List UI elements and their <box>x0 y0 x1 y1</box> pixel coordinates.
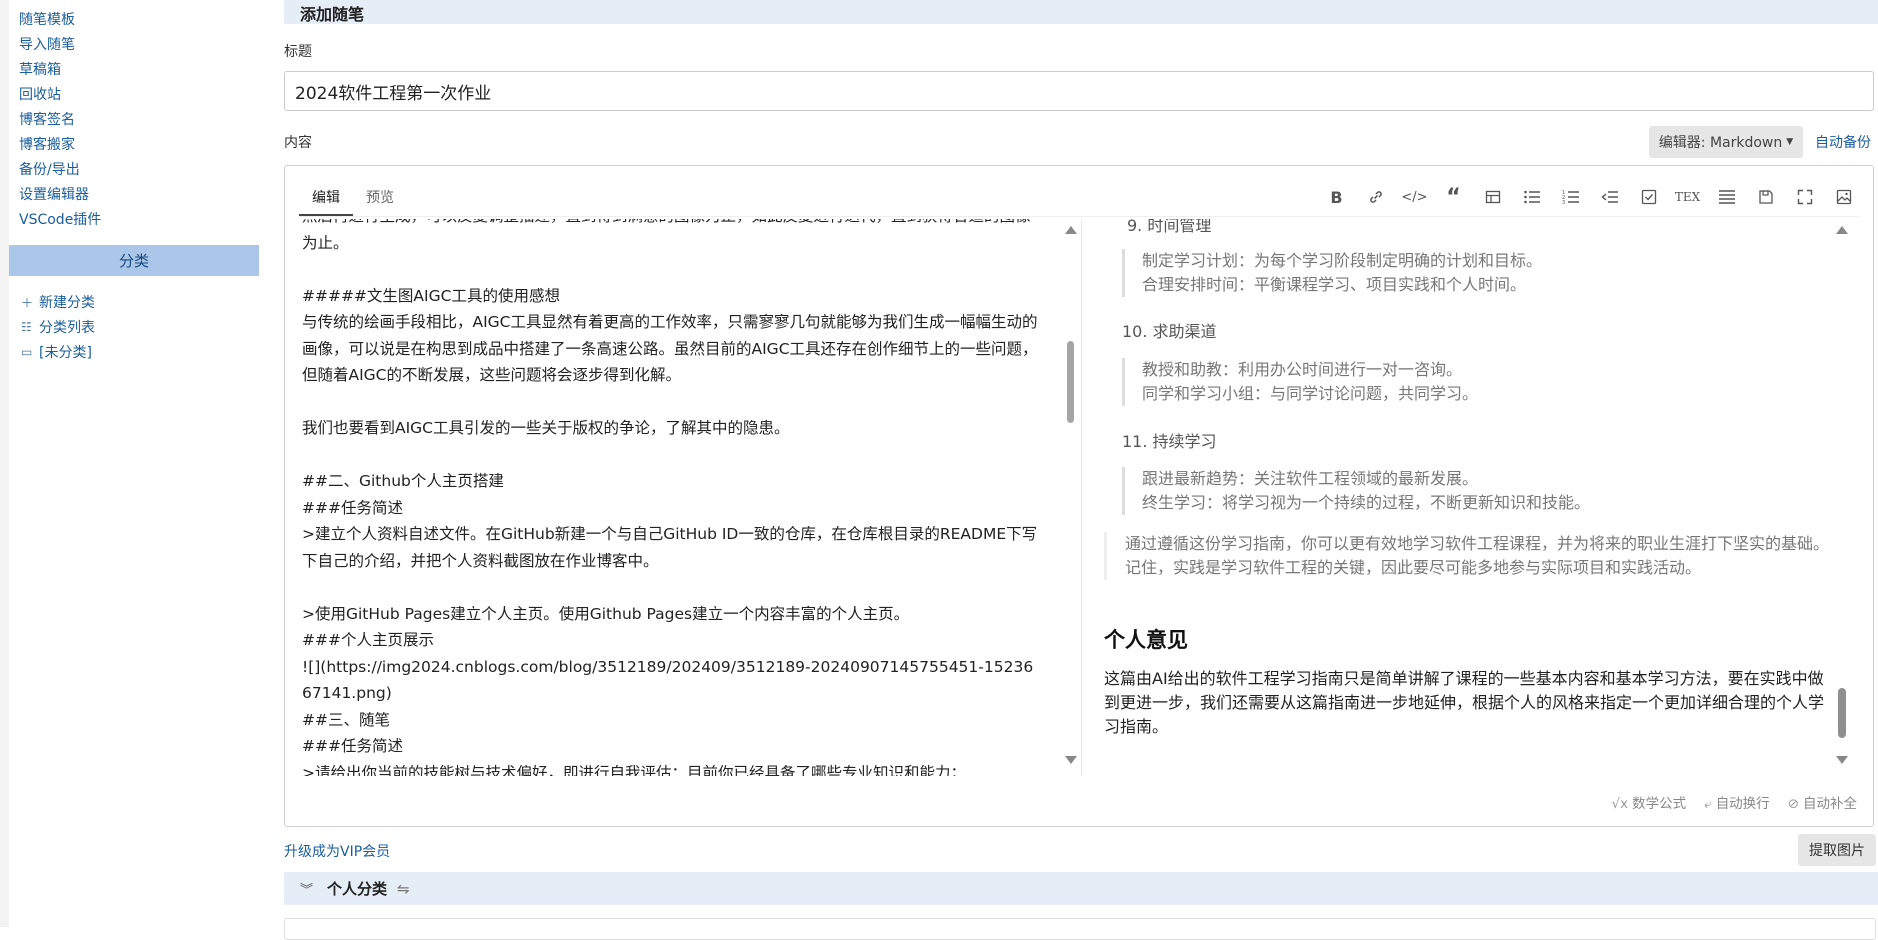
page-header: 添加随笔 <box>284 0 1878 24</box>
preview-item-9: 9. 时间管理 <box>1127 219 1212 235</box>
tab-preview[interactable]: 预览 <box>353 180 407 216</box>
scroll-up-arrow-icon[interactable] <box>1065 226 1077 234</box>
tab-edit[interactable]: 编辑 <box>299 180 353 216</box>
fullscreen-icon[interactable] <box>1785 180 1824 214</box>
sidebar-link-import[interactable]: 导入随笔 <box>19 34 75 54</box>
sidebar: 随笔模板 导入随笔 草稿箱 回收站 博客签名 博客搬家 备份/导出 设置编辑器 … <box>0 0 259 927</box>
sidebar-panel: 随笔模板 导入随笔 草稿箱 回收站 博客签名 博客搬家 备份/导出 设置编辑器 … <box>9 0 259 927</box>
category-list-label: 分类列表 <box>39 320 95 336</box>
new-category-link[interactable]: ＋ 新建分类 <box>21 292 95 312</box>
preview-quote-line: 制定学习计划：为每个学习阶段制定明确的计划和目标。 <box>1142 251 1543 270</box>
wrap-icon: ⤶ <box>1704 796 1712 812</box>
preview-quote-line: 同学和学习小组：与同学讨论问题，共同学习。 <box>1142 384 1479 403</box>
sidebar-link-drafts[interactable]: 草稿箱 <box>19 59 61 79</box>
preview-quote-line: 合理安排时间：平衡课程学习、项目实践和个人时间。 <box>1142 275 1527 294</box>
category-header: 分类 <box>9 245 259 276</box>
markdown-source-text[interactable]: 然后再进行生成，可以反复调整描述，直到得到满意的图像为止，如此反复进行迭代，直到… <box>302 219 1040 776</box>
vip-upgrade-link[interactable]: 升级成为VIP会员 <box>284 841 390 861</box>
math-formula-label: 数学公式 <box>1632 796 1687 812</box>
auto-backup-link[interactable]: 自动备份 <box>1815 132 1871 152</box>
ordered-list-icon[interactable]: 123 <box>1551 180 1590 214</box>
editor-bottom-tools: √x 数学公式 ⤶ 自动换行 ⊘ 自动补全 <box>1612 792 1857 812</box>
swap-icon[interactable]: ⇋ <box>397 880 410 898</box>
category-box <box>284 918 1876 940</box>
code-icon[interactable]: </> <box>1395 180 1434 214</box>
uncategorized-label: [未分类] <box>39 345 92 361</box>
sidebar-link-recycle[interactable]: 回收站 <box>19 84 61 104</box>
preview-quote-11: 跟进最新趋势：关注软件工程领域的最新发展。 终生学习：将学习视为一个持续的过程，… <box>1122 467 1832 515</box>
category-list-link[interactable]: ☷ 分类列表 <box>21 317 95 337</box>
editor-tabs: 编辑 预览 <box>299 180 407 216</box>
preview-opinion: 这篇由AI给出的软件工程学习指南只是简单讲解了课程的一些基本内容和基本学习方法，… <box>1104 669 1825 736</box>
editor-toolbar: B </> “ 123 TEX <box>1317 180 1863 214</box>
scroll-down-arrow-icon[interactable] <box>1065 756 1077 764</box>
svg-text:3: 3 <box>1562 200 1565 205</box>
preview-scroll-thumb[interactable] <box>1838 688 1846 738</box>
autocomplete-toggle[interactable]: ⊘ 自动补全 <box>1788 792 1857 812</box>
folder-icon: ▭ <box>21 345 33 359</box>
save-icon[interactable] <box>1746 180 1785 214</box>
preview-summary: 通过遵循这份学习指南，你可以更有效地学习软件工程课程，并为将来的职业生涯打下坚实… <box>1104 532 1837 580</box>
sidebar-link-signature[interactable]: 博客签名 <box>19 109 75 129</box>
editor-select-label: 编辑器: Markdown <box>1658 135 1783 151</box>
sidebar-link-migrate[interactable]: 博客搬家 <box>19 134 75 154</box>
autocomplete-label: 自动补全 <box>1803 796 1857 812</box>
extract-images-button[interactable]: 提取图片 <box>1798 834 1876 866</box>
preview-quote-line: 跟进最新趋势：关注软件工程领域的最新发展。 <box>1142 469 1479 488</box>
tex-icon[interactable]: TEX <box>1668 180 1707 214</box>
scroll-up-arrow-icon[interactable] <box>1836 226 1848 234</box>
task-list-icon[interactable] <box>1629 180 1668 214</box>
personal-category-bar[interactable]: ︾ 个人分类 ⇋ <box>284 872 1878 905</box>
personal-category-title: 个人分类 <box>327 880 388 898</box>
title-input[interactable] <box>284 71 1874 111</box>
uncategorized-link[interactable]: ▭ [未分类] <box>21 342 92 362</box>
title-label: 标题 <box>284 44 312 60</box>
new-category-label: 新建分类 <box>39 295 95 311</box>
table-icon[interactable] <box>1473 180 1512 214</box>
preview-item-11: 11. 持续学习 <box>1122 432 1217 451</box>
sidebar-link-backup[interactable]: 备份/导出 <box>19 159 80 179</box>
sidebar-link-editor-settings[interactable]: 设置编辑器 <box>19 184 89 204</box>
preview-quote-10: 教授和助教：利用办公时间进行一对一咨询。 同学和学习小组：与同学讨论问题，共同学… <box>1122 358 1832 406</box>
word-wrap-toggle[interactable]: ⤶ 自动换行 <box>1704 792 1770 812</box>
autocomplete-off-icon: ⊘ <box>1787 796 1799 812</box>
list-icon: ☷ <box>21 320 32 334</box>
math-formula-toggle[interactable]: √x 数学公式 <box>1612 792 1687 812</box>
scroll-down-arrow-icon[interactable] <box>1836 756 1848 764</box>
justify-icon[interactable] <box>1707 180 1746 214</box>
chevron-down-icon: ▼ <box>1786 137 1794 147</box>
markdown-source-pane[interactable]: 然后再进行生成，可以反复调整描述，直到得到满意的图像为止，如此反复进行迭代，直到… <box>302 219 1049 776</box>
image-icon[interactable] <box>1824 180 1863 214</box>
sqrt-icon: √x <box>1611 796 1629 812</box>
preview-quote-line: 教授和助教：利用办公时间进行一对一咨询。 <box>1142 360 1463 379</box>
preview-quote-line: 终生学习：将学习视为一个持续的过程，不断更新知识和技能。 <box>1142 493 1591 512</box>
source-scrollbar[interactable] <box>1065 226 1077 766</box>
sidebar-link-template[interactable]: 随笔模板 <box>19 9 75 29</box>
preview-heading: 个人意见 <box>1104 628 1188 652</box>
preview-quote-9: 制定学习计划：为每个学习阶段制定明确的计划和目标。 合理安排时间：平衡课程学习、… <box>1122 249 1832 297</box>
plus-icon: ＋ <box>21 295 34 310</box>
outdent-icon[interactable] <box>1590 180 1629 214</box>
source-scroll-thumb[interactable] <box>1067 341 1074 423</box>
quote-icon[interactable]: “ <box>1434 180 1473 214</box>
toolbar-divider <box>299 216 1859 217</box>
link-icon[interactable] <box>1356 180 1395 214</box>
markdown-preview-pane: 9. 时间管理 制定学习计划：为每个学习阶段制定明确的计划和目标。 合理安排时间… <box>1081 219 1837 776</box>
markdown-editor: 编辑 预览 B </> “ 123 TEX 为止。 #####文生图AIGC工具… <box>284 165 1874 827</box>
preview-item-10: 10. 求助渠道 <box>1122 322 1217 341</box>
preview-scrollbar[interactable] <box>1835 226 1849 766</box>
sidebar-link-vscode[interactable]: VSCode插件 <box>19 209 101 229</box>
double-chevron-down-icon[interactable]: ︾ <box>300 879 313 898</box>
page-title: 添加随笔 <box>300 5 365 24</box>
editor-select[interactable]: 编辑器: Markdown ▼ <box>1649 126 1803 158</box>
bold-icon[interactable]: B <box>1317 180 1356 214</box>
bullet-list-icon[interactable] <box>1512 180 1551 214</box>
word-wrap-label: 自动换行 <box>1715 796 1770 812</box>
content-label: 内容 <box>284 135 312 151</box>
